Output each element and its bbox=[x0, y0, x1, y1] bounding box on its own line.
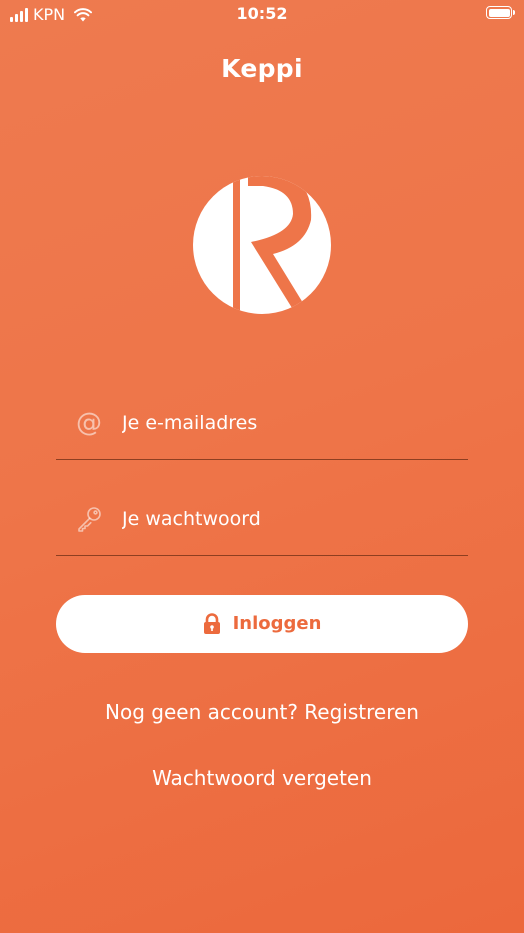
login-screen: KPN 10:52 Keppi @ Je e-mailadres Inlogge… bbox=[0, 0, 524, 933]
status-bar: KPN 10:52 bbox=[0, 0, 524, 30]
status-time: 10:52 bbox=[236, 4, 288, 23]
battery-icon bbox=[486, 6, 515, 19]
at-icon: @ bbox=[76, 408, 102, 438]
forgot-password-link[interactable]: Wachtwoord vergeten bbox=[0, 764, 524, 792]
login-button[interactable]: Inloggen bbox=[56, 595, 468, 653]
key-icon bbox=[74, 504, 104, 534]
password-field[interactable] bbox=[56, 494, 468, 556]
email-field[interactable]: @ bbox=[56, 398, 468, 460]
email-input[interactable] bbox=[122, 406, 452, 440]
register-link[interactable]: Nog geen account? Registreren bbox=[0, 698, 524, 726]
keppi-logo-icon bbox=[193, 176, 331, 314]
login-button-label: Inloggen bbox=[232, 613, 322, 634]
lock-icon bbox=[203, 613, 220, 634]
app-title: Keppi bbox=[221, 54, 303, 83]
password-input[interactable] bbox=[122, 502, 452, 536]
